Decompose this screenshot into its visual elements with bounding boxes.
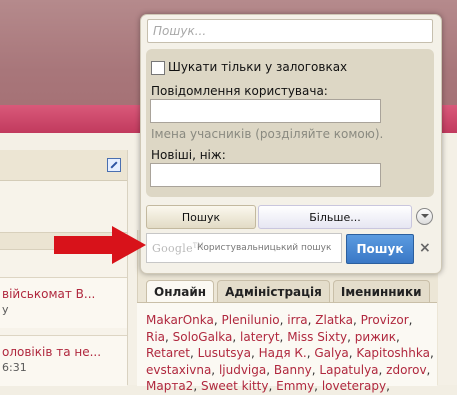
online-user-link[interactable]: SoloGalka [173,330,233,344]
online-users-list: MakarOnka, Plenilunio, irra, Zlatka, Pro… [146,312,436,395]
member-posts-label: Повідомлення користувача: [151,84,328,98]
name-separator: , [314,379,322,393]
name-separator: , [352,313,361,327]
thread-title-link[interactable]: оловіків та не... [2,345,101,359]
search-input[interactable] [147,19,433,43]
more-options-button[interactable]: Більше... [258,205,412,229]
name-separator: , [232,329,241,344]
newer-than-input[interactable] [150,163,381,187]
tab-online[interactable]: Онлайн [146,280,215,302]
online-user-link[interactable]: evstaxivna [146,363,211,377]
name-separator: , [211,362,219,377]
name-separator: , [430,346,434,360]
member-name-input[interactable] [150,99,381,123]
online-user-link[interactable]: Banny [274,363,312,377]
name-separator: , [386,379,390,393]
close-icon[interactable]: × [419,240,431,256]
titles-only-label: Шукати тільки у залоговках [168,60,348,74]
online-user-link[interactable]: Kapitoshhka [356,346,430,360]
online-user-link[interactable]: zdorov [386,363,426,377]
online-user-link[interactable]: Zlatka [315,313,353,327]
online-user-link[interactable]: рижик [355,330,396,344]
online-user-link[interactable]: Lapatulya [319,363,378,377]
name-separator: , [251,346,259,360]
online-user-link[interactable]: irra [287,313,307,327]
name-separator: , [347,329,355,344]
google-search-button[interactable]: Пошук [346,234,414,264]
name-separator: , [395,329,400,344]
online-user-link[interactable]: Retaret [146,346,190,360]
external-link-icon[interactable] [107,158,121,172]
chevron-down-icon[interactable] [416,208,433,225]
google-search-placeholder: Користувальницький пошук [197,243,332,253]
red-arrow-icon [54,226,146,264]
online-user-link[interactable]: loveterapy [322,379,386,393]
thread-title-link[interactable]: військомат В... [2,287,95,301]
online-user-link[interactable]: Sweet kitty [201,379,269,393]
thread-meta: 6:31 [2,361,27,374]
thread-item: військомат В... у [0,277,127,328]
online-user-link[interactable]: MakarOnka [146,313,214,327]
online-user-link[interactable]: Plenilunio [222,313,280,327]
online-user-link[interactable]: Emmy [276,379,314,393]
online-user-link[interactable]: Miss Sixty [287,330,347,344]
name-separator: , [426,362,431,377]
name-separator: , [266,362,274,377]
online-user-link[interactable]: Надя К. [259,346,307,360]
titles-only-checkbox[interactable] [151,61,165,75]
name-separator: , [193,379,201,393]
online-user-link[interactable]: Provizor [361,313,409,327]
sidebar-tabs: Онлайн Адміністрація Іменинники [146,280,430,302]
online-user-link[interactable]: Марта2 [146,379,193,393]
newer-than-label: Новіші, ніж: [151,148,226,162]
tab-administration[interactable]: Адміністрація [217,280,330,302]
online-user-link[interactable]: Galya [314,346,348,360]
member-name-hint: Імена учасників (розділяйте комою). [151,127,384,141]
name-separator: , [408,313,413,327]
name-separator: , [190,346,198,360]
online-user-link[interactable]: Ria [146,330,165,344]
online-user-link[interactable]: ljudviga [219,363,266,377]
thread-meta: у [2,303,9,316]
online-user-link[interactable]: Lusutsya [198,346,251,360]
thread-item: оловіків та не... 6:31 [0,335,127,386]
name-separator: , [213,313,222,327]
google-logo: GoogleTM [152,242,204,255]
search-button[interactable]: Пошук [146,205,256,229]
tab-birthdays[interactable]: Іменинники [332,280,430,302]
name-separator: , [165,329,173,344]
online-user-link[interactable]: lateryt [240,330,280,344]
name-separator: , [268,379,277,393]
